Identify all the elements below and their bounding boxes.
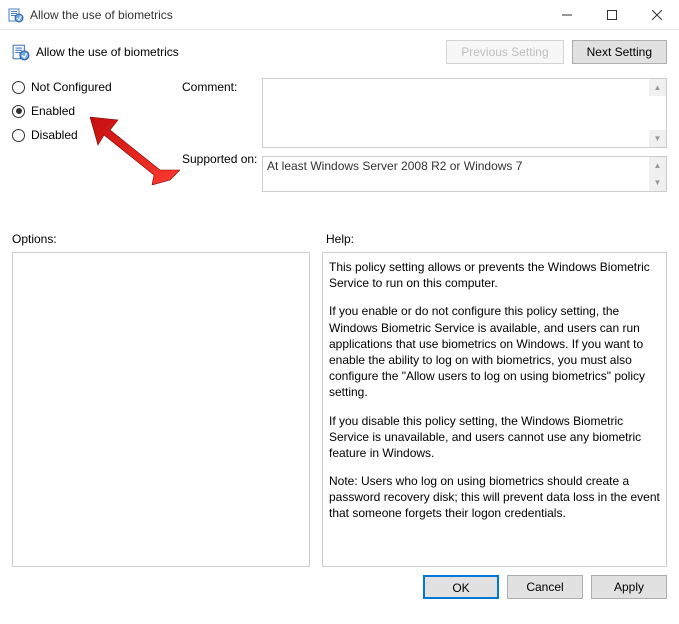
close-button[interactable]	[634, 0, 679, 29]
options-panel	[12, 252, 310, 567]
titlebar: Allow the use of biometrics	[0, 0, 679, 30]
policy-icon	[8, 7, 24, 23]
radio-label: Disabled	[31, 128, 78, 142]
radio-disabled[interactable]: Disabled	[12, 128, 172, 142]
scroll-up-icon[interactable]: ▲	[649, 79, 666, 96]
radio-icon	[12, 81, 25, 94]
policy-title: Allow the use of biometrics	[36, 45, 446, 59]
comment-label: Comment:	[182, 80, 262, 94]
supported-value: At least Windows Server 2008 R2 or Windo…	[263, 157, 666, 175]
scroll-down-icon[interactable]: ▼	[649, 130, 666, 147]
window-title: Allow the use of biometrics	[30, 8, 544, 22]
help-paragraph: This policy setting allows or prevents t…	[329, 259, 660, 291]
ok-button[interactable]: OK	[423, 575, 499, 599]
supported-field: At least Windows Server 2008 R2 or Windo…	[262, 156, 667, 192]
comment-value	[263, 79, 666, 83]
scroll-up-icon[interactable]: ▲	[649, 157, 666, 174]
dialog-header: Allow the use of biometrics Previous Set…	[12, 40, 667, 64]
help-paragraph: If you enable or do not configure this p…	[329, 303, 660, 400]
radio-label: Not Configured	[31, 80, 112, 94]
radio-label: Enabled	[31, 104, 75, 118]
minimize-button[interactable]	[544, 0, 589, 29]
window-controls	[544, 0, 679, 29]
previous-setting-button: Previous Setting	[446, 40, 563, 64]
apply-button[interactable]: Apply	[591, 575, 667, 599]
maximize-button[interactable]	[589, 0, 634, 29]
supported-label: Supported on:	[182, 152, 262, 166]
cancel-button[interactable]: Cancel	[507, 575, 583, 599]
radio-not-configured[interactable]: Not Configured	[12, 80, 172, 94]
radio-icon	[12, 129, 25, 142]
help-panel: This policy setting allows or prevents t…	[322, 252, 667, 567]
radio-icon	[12, 105, 25, 118]
radio-enabled[interactable]: Enabled	[12, 104, 172, 118]
help-paragraph: If you disable this policy setting, the …	[329, 413, 660, 462]
comment-field[interactable]: ▲ ▼	[262, 78, 667, 148]
help-label: Help:	[322, 232, 667, 246]
options-label: Options:	[12, 232, 322, 246]
help-paragraph: Note: Users who log on using biometrics …	[329, 473, 660, 522]
scroll-down-icon[interactable]: ▼	[649, 174, 666, 191]
policy-icon	[12, 43, 30, 61]
dialog-footer: OK Cancel Apply	[0, 567, 679, 607]
next-setting-button[interactable]: Next Setting	[572, 40, 667, 64]
